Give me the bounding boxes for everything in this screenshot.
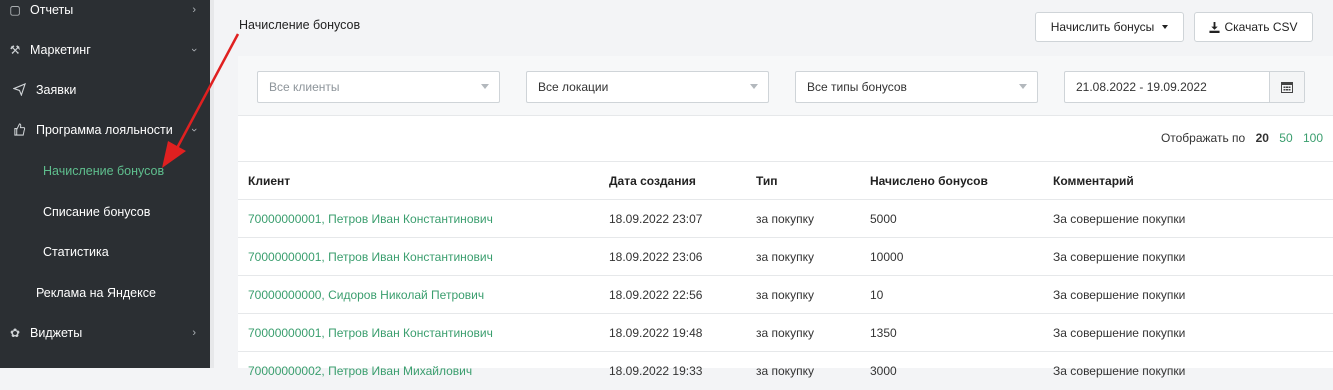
annotation-arrow [162,33,240,168]
